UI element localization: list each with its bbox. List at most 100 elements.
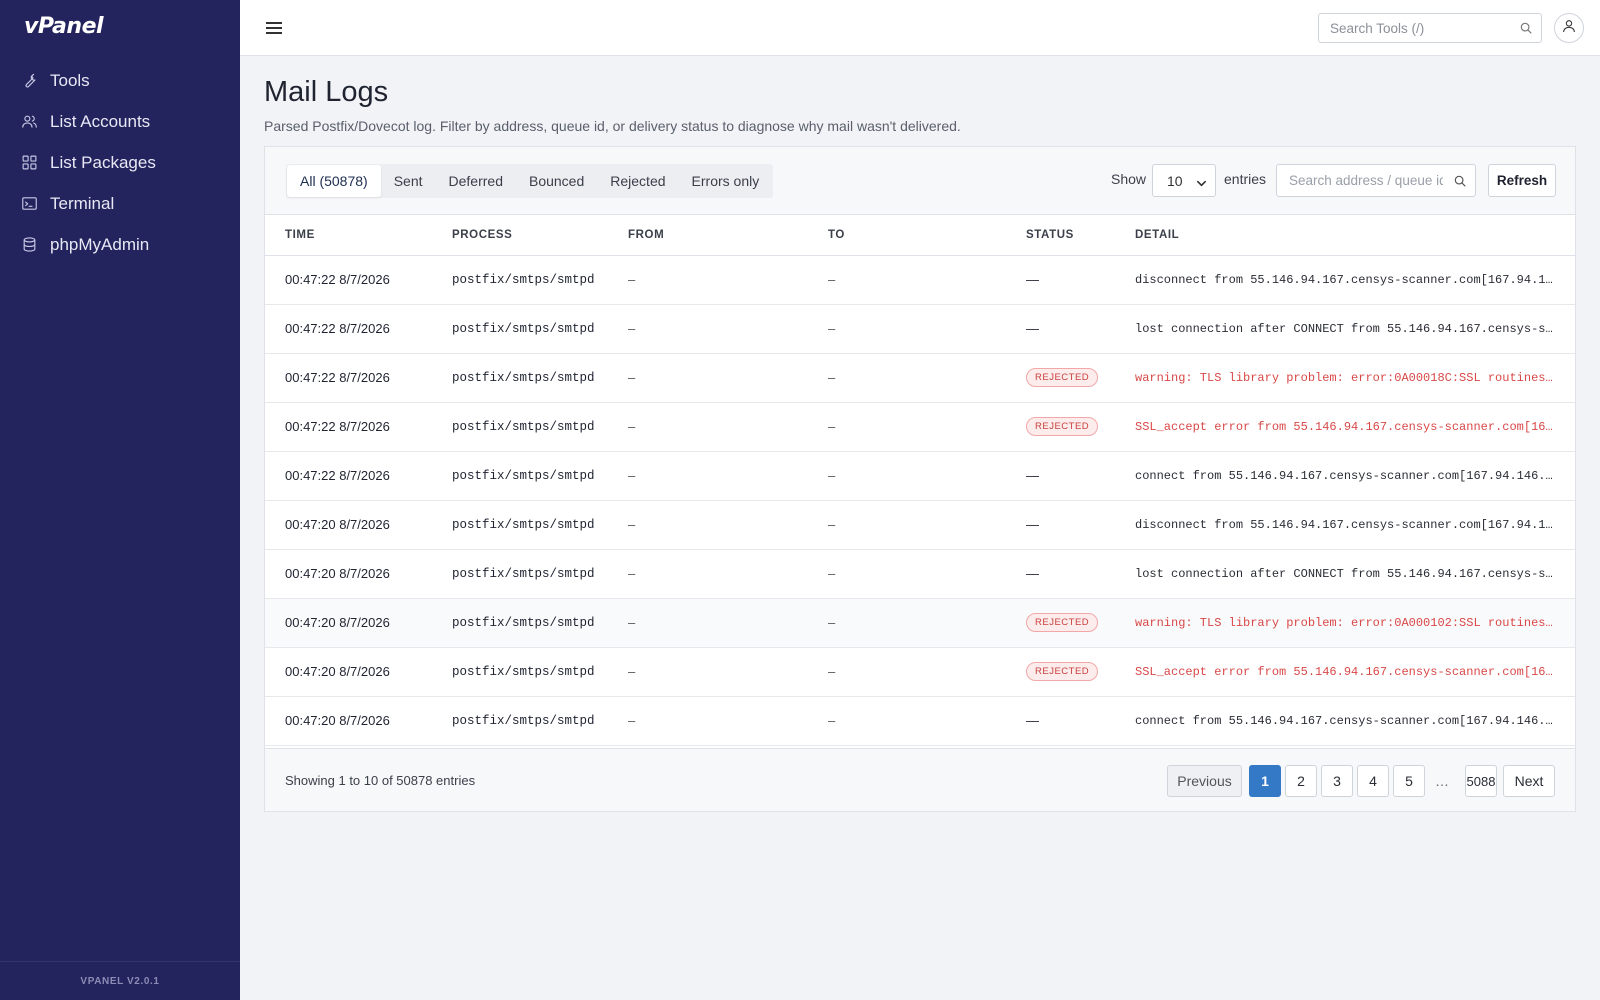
page-button-4[interactable]: 4 xyxy=(1357,765,1389,797)
cell-process: postfix/smtps/smtpd xyxy=(432,647,608,697)
sidebar-item-phpmyadmin[interactable]: phpMyAdmin xyxy=(0,224,240,265)
column-header-time[interactable]: TIME xyxy=(265,215,432,256)
cell-detail: disconnect from 55.146.94.167.censys-sca… xyxy=(1115,500,1575,550)
tab-errors-only[interactable]: Errors only xyxy=(679,165,773,197)
cell-status: — xyxy=(1006,451,1115,501)
menu-toggle-icon[interactable] xyxy=(264,18,284,38)
cell-time: 00:47:20 8/7/2026 xyxy=(265,598,432,648)
cell-to: – xyxy=(808,255,1006,305)
table-row[interactable]: 00:47:22 8/7/2026 postfix/smtps/smtpd – – — d… xyxy=(265,255,1575,305)
status-text: — xyxy=(1026,321,1039,336)
table-row[interactable]: 00:47:20 8/7/2026 postfix/smtps/smtpd – – — d… xyxy=(265,500,1575,550)
cell-detail: connect from 55.146.94.167.censys-scanne… xyxy=(1115,451,1575,501)
table-row[interactable]: 00:47:20 8/7/2026 postfix/smtps/smtpd – – — l… xyxy=(265,549,1575,599)
cell-status: REJECTED xyxy=(1006,598,1115,648)
cell-to: – xyxy=(808,304,1006,354)
cell-process: postfix/smtps/smtpd xyxy=(432,304,608,354)
cell-time: 00:47:22 8/7/2026 xyxy=(265,304,432,354)
sidebar-item-terminal[interactable]: Terminal xyxy=(0,183,240,224)
sidebar-item-label: List Accounts xyxy=(50,111,151,131)
cell-status: — xyxy=(1006,696,1115,746)
column-header-from[interactable]: FROM xyxy=(608,215,808,256)
log-search-input[interactable] xyxy=(1277,165,1443,196)
database-icon xyxy=(20,236,38,254)
cell-to: – xyxy=(808,402,1006,452)
cell-detail: warning: TLS library problem: error:0A00… xyxy=(1115,353,1575,403)
status-badge: REJECTED xyxy=(1026,662,1099,681)
page-button-2[interactable]: 2 xyxy=(1285,765,1317,797)
status-text: — xyxy=(1026,272,1039,287)
wrench-icon xyxy=(20,72,38,90)
pagination-ellipsis: … xyxy=(1435,773,1449,789)
table-row[interactable]: 00:47:22 8/7/2026 postfix/smtps/smtpd – – — l… xyxy=(265,304,1575,354)
cell-from: – xyxy=(608,549,808,599)
sidebar: vPanel Tools List Accounts List Packages… xyxy=(0,0,240,1000)
tab-all[interactable]: All (50878) xyxy=(287,165,381,197)
cell-status: — xyxy=(1006,255,1115,305)
table-row[interactable]: 00:47:20 8/7/2026 postfix/smtps/smtpd – – — c… xyxy=(265,696,1575,746)
page-button-1[interactable]: 1 xyxy=(1249,765,1281,797)
previous-page-button[interactable]: Previous xyxy=(1167,765,1242,797)
tab-rejected[interactable]: Rejected xyxy=(597,165,678,197)
table-row[interactable]: 00:47:22 8/7/2026 postfix/smtps/smtpd – – RE… xyxy=(265,402,1575,452)
sidebar-item-list-accounts[interactable]: List Accounts xyxy=(0,101,240,142)
table-footer: Showing 1 to 10 of 50878 entries Previou… xyxy=(265,748,1575,811)
cell-detail: lost connection after CONNECT from 55.14… xyxy=(1115,549,1575,599)
cell-process: postfix/smtps/smtpd xyxy=(432,500,608,550)
sidebar-item-list-packages[interactable]: List Packages xyxy=(0,142,240,183)
next-page-button[interactable]: Next xyxy=(1503,765,1555,797)
cell-to: – xyxy=(808,647,1006,697)
column-header-status[interactable]: STATUS xyxy=(1006,215,1115,256)
cell-status: REJECTED xyxy=(1006,402,1115,452)
page-size-value: 10 xyxy=(1167,172,1183,189)
user-icon xyxy=(1561,18,1577,39)
table-row[interactable]: 00:47:22 8/7/2026 postfix/smtps/smtpd – – RE… xyxy=(265,353,1575,403)
table-row[interactable]: 00:47:20 8/7/2026 postfix/smtps/smtpd – – RE… xyxy=(265,647,1575,697)
page-size-select[interactable]: 10 xyxy=(1152,164,1216,197)
cell-status: REJECTED xyxy=(1006,647,1115,697)
status-badge: REJECTED xyxy=(1026,368,1099,387)
search-icon[interactable] xyxy=(1519,21,1533,35)
users-icon xyxy=(20,113,38,131)
cell-process: postfix/smtps/smtpd xyxy=(432,598,608,648)
table-row[interactable]: 00:47:20 8/7/2026 postfix/smtps/smtpd – – RE… xyxy=(265,598,1575,648)
table-row[interactable]: 00:47:22 8/7/2026 postfix/smtps/smtpd – – — c… xyxy=(265,451,1575,501)
sidebar-item-label: phpMyAdmin xyxy=(50,234,150,254)
status-badge: REJECTED xyxy=(1026,417,1099,436)
cell-from: – xyxy=(608,304,808,354)
vpanel-logo[interactable]: vPanel xyxy=(24,14,104,39)
column-header-to[interactable]: TO xyxy=(808,215,1006,256)
tool-search-input[interactable] xyxy=(1319,14,1509,42)
column-header-detail[interactable]: DETAIL xyxy=(1115,215,1575,256)
cell-detail: SSL_accept error from 55.146.94.167.cens… xyxy=(1115,402,1575,452)
tab-bounced[interactable]: Bounced xyxy=(516,165,597,197)
page-button-last[interactable]: 5088 xyxy=(1465,765,1497,797)
user-menu-button[interactable] xyxy=(1554,13,1584,43)
cell-status: — xyxy=(1006,304,1115,354)
cell-detail: warning: TLS library problem: error:0A00… xyxy=(1115,598,1575,648)
tab-sent[interactable]: Sent xyxy=(381,165,436,197)
cell-to: – xyxy=(808,353,1006,403)
tab-deferred[interactable]: Deferred xyxy=(436,165,516,197)
sidebar-nav: Tools List Accounts List Packages Termin… xyxy=(0,60,240,265)
log-toolbar: All (50878) Sent Deferred Bounced Reject… xyxy=(265,147,1575,215)
cell-status: REJECTED xyxy=(1006,353,1115,403)
cell-time: 00:47:20 8/7/2026 xyxy=(265,647,432,697)
cell-from: – xyxy=(608,598,808,648)
column-header-process[interactable]: PROCESS xyxy=(432,215,608,256)
cell-time: 00:47:20 8/7/2026 xyxy=(265,549,432,599)
terminal-icon xyxy=(20,195,38,213)
cell-to: – xyxy=(808,451,1006,501)
status-filter-tabs: All (50878) Sent Deferred Bounced Reject… xyxy=(286,164,774,198)
cell-time: 00:47:22 8/7/2026 xyxy=(265,451,432,501)
refresh-button[interactable]: Refresh xyxy=(1488,164,1556,197)
cell-status: — xyxy=(1006,549,1115,599)
page-button-5[interactable]: 5 xyxy=(1393,765,1425,797)
sidebar-item-tools[interactable]: Tools xyxy=(0,60,240,101)
cell-process: postfix/smtps/smtpd xyxy=(432,353,608,403)
search-icon[interactable] xyxy=(1453,174,1467,188)
status-text: — xyxy=(1026,517,1039,532)
sidebar-item-label: Terminal xyxy=(50,193,115,213)
page-button-3[interactable]: 3 xyxy=(1321,765,1353,797)
showing-entries-text: Showing 1 to 10 of 50878 entries xyxy=(285,773,476,788)
